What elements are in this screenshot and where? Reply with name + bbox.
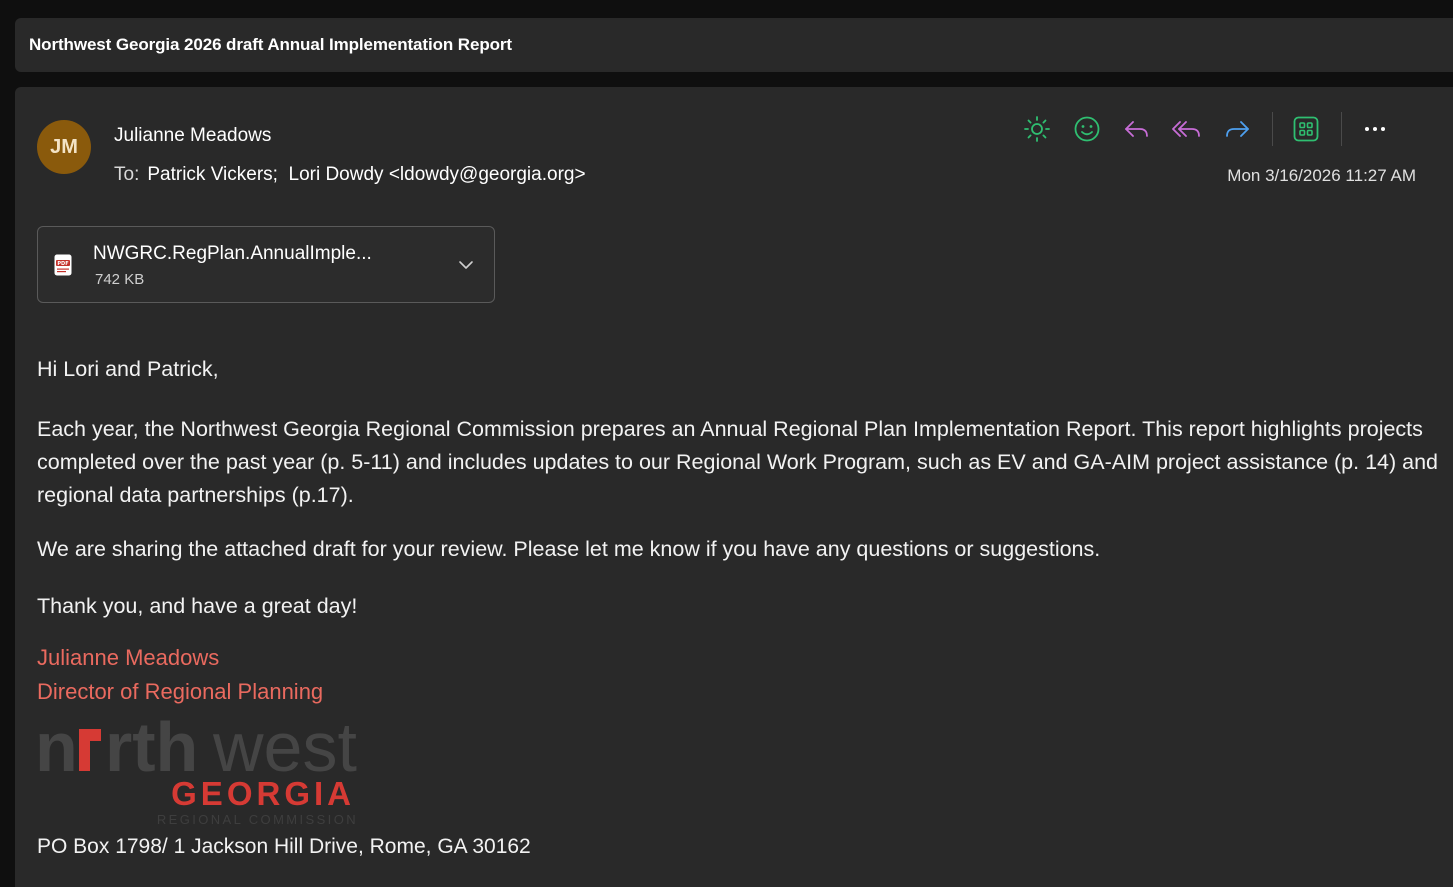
attachment-name[interactable]: NWGRC.RegPlan.AnnualImple... [93, 243, 372, 265]
attachment-size: 742 KB [95, 271, 145, 288]
sender-name[interactable]: Julianne Meadows [114, 125, 271, 147]
apps-icon [1293, 116, 1319, 142]
body-paragraph: We are sharing the attached draft for yo… [37, 537, 1101, 561]
svg-text:PDF: PDF [57, 261, 68, 267]
body-paragraph: Each year, the Northwest Georgia Regiona… [37, 417, 1439, 507]
svg-text:GEORGIA: GEORGIA [171, 775, 355, 812]
smiley-icon [1074, 116, 1100, 142]
svg-text:n: n [35, 709, 78, 786]
more-actions-button[interactable] [1356, 112, 1394, 146]
reply-all-button[interactable] [1168, 112, 1206, 146]
to-label: To: [114, 164, 140, 185]
recipient-lori[interactable]: Lori Dowdy <ldowdy@georgia.org> [289, 164, 586, 186]
recipient-patrick[interactable]: Patrick Vickers; [147, 164, 278, 186]
reply-all-icon [1172, 121, 1200, 137]
pdf-file-icon: PDF [54, 254, 72, 276]
signature-address: PO Box 1798/ 1 Jackson Hill Drive, Rome,… [37, 835, 531, 858]
closing: Thank you, and have a great day! [37, 594, 358, 618]
toolbar-divider [1272, 112, 1273, 146]
message-toolbar [1018, 112, 1406, 146]
email-reading-pane: JM Julianne Meadows To: Patrick Vickers;… [15, 87, 1453, 887]
recipients-line: To: Patrick Vickers; Lori Dowdy <ldowdy@… [114, 164, 586, 186]
signature-name: Julianne Meadows [37, 645, 220, 670]
avatar[interactable]: JM [37, 120, 91, 174]
chevron-down-icon[interactable] [456, 255, 476, 275]
attachment-card[interactable]: PDF NWGRC.RegPlan.AnnualImple... 742 KB [37, 226, 495, 303]
subject-bar: Northwest Georgia 2026 draft Annual Impl… [15, 18, 1453, 72]
apps-button[interactable] [1287, 112, 1325, 146]
reply-button[interactable] [1118, 112, 1156, 146]
more-icon [1365, 127, 1385, 131]
sun-button[interactable] [1018, 112, 1056, 146]
signature-title: Director of Regional Planning [37, 679, 324, 704]
react-button[interactable] [1068, 112, 1106, 146]
email-subject: Northwest Georgia 2026 draft Annual Impl… [29, 35, 512, 54]
svg-text:REGIONAL COMMISSION: REGIONAL COMMISSION [157, 812, 358, 827]
toolbar-divider [1341, 112, 1342, 146]
sun-icon [1024, 116, 1050, 142]
forward-icon [1226, 121, 1249, 137]
forward-button[interactable] [1218, 112, 1256, 146]
northwest-georgia-logo: n rth west GEORGIA REGIONAL COMMISSION [35, 709, 358, 827]
received-timestamp: Mon 3/16/2026 11:27 AM [1227, 166, 1416, 185]
greeting: Hi Lori and Patrick, [37, 357, 219, 381]
reply-icon [1125, 121, 1148, 137]
